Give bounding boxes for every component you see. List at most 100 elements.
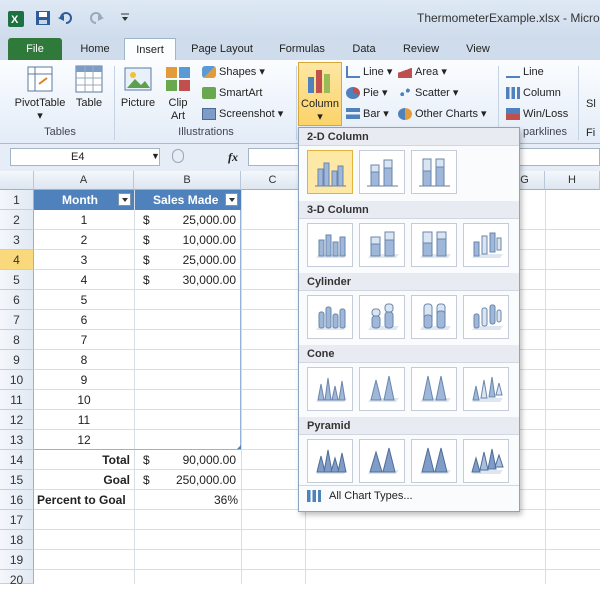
row-header[interactable]: 14 bbox=[0, 450, 34, 470]
sales-cell[interactable]: 25,000.00 bbox=[160, 250, 236, 270]
tab-data[interactable]: Data bbox=[342, 38, 386, 60]
all-chart-types-link[interactable]: All Chart Types... bbox=[307, 490, 413, 503]
100-stacked-cylinder-option[interactable] bbox=[411, 295, 457, 339]
month-cell[interactable]: 11 bbox=[34, 410, 134, 430]
insert-function-icon[interactable]: fx bbox=[228, 150, 238, 165]
sparkline-line-button[interactable]: Line bbox=[506, 63, 544, 81]
percent-to-goal-label[interactable]: Percent to Goal bbox=[37, 490, 126, 510]
tab-formulas[interactable]: Formulas bbox=[270, 38, 334, 60]
slicer-button[interactable]: Sl bbox=[586, 95, 596, 113]
month-cell[interactable]: 10 bbox=[34, 390, 134, 410]
column-header-c[interactable]: C bbox=[241, 171, 305, 190]
redo-icon[interactable] bbox=[90, 11, 104, 27]
row-header[interactable]: 19 bbox=[0, 550, 34, 570]
chevron-down-icon[interactable]: ▼ bbox=[151, 151, 160, 161]
filter-dropdown-icon[interactable] bbox=[225, 193, 238, 206]
3d-pyramid-option[interactable] bbox=[463, 439, 509, 483]
excel-app-icon[interactable]: X bbox=[8, 11, 24, 27]
row-header[interactable]: 12 bbox=[0, 410, 34, 430]
screenshot-button[interactable]: Screenshot ▾ bbox=[202, 105, 283, 123]
line-chart-button[interactable]: Line ▾ bbox=[346, 63, 392, 81]
area-chart-button[interactable]: Area ▾ bbox=[398, 63, 447, 81]
formula-bar-resize-handle[interactable] bbox=[172, 149, 184, 163]
row-header[interactable]: 20 bbox=[0, 570, 34, 587]
column-header-a[interactable]: A bbox=[34, 171, 134, 190]
month-cell[interactable]: 12 bbox=[34, 430, 134, 450]
row-header[interactable]: 5 bbox=[0, 270, 34, 290]
other-charts-button[interactable]: Other Charts ▾ bbox=[398, 105, 487, 123]
table-header-month[interactable]: Month bbox=[34, 190, 134, 210]
pie-chart-button[interactable]: Pie ▾ bbox=[346, 84, 388, 102]
month-cell[interactable]: 1 bbox=[34, 210, 134, 230]
row-header[interactable]: 2 bbox=[0, 210, 34, 230]
tab-insert[interactable]: Insert bbox=[124, 38, 176, 60]
column-chart-button[interactable]: Column ▾ bbox=[298, 62, 342, 126]
month-cell[interactable]: 6 bbox=[34, 310, 134, 330]
sales-cell[interactable]: 30,000.00 bbox=[160, 270, 236, 290]
stacked-pyramid-option[interactable] bbox=[359, 439, 405, 483]
bar-chart-button[interactable]: Bar ▾ bbox=[346, 105, 389, 123]
save-icon[interactable] bbox=[36, 11, 50, 27]
table-header-sales[interactable]: Sales Made bbox=[135, 190, 241, 210]
row-header[interactable]: 15 bbox=[0, 470, 34, 490]
tab-file[interactable]: File bbox=[8, 38, 62, 60]
row-header[interactable]: 3 bbox=[0, 230, 34, 250]
filter-dropdown-icon[interactable] bbox=[118, 193, 131, 206]
table-resize-handle[interactable] bbox=[237, 445, 241, 449]
100-stacked-cone-option[interactable] bbox=[411, 367, 457, 411]
percent-to-goal-value[interactable]: 36% bbox=[160, 490, 238, 510]
select-all-corner[interactable] bbox=[0, 171, 34, 190]
goal-label[interactable]: Goal bbox=[34, 470, 130, 490]
3d-100-stacked-column-option[interactable] bbox=[411, 223, 457, 267]
clustered-column-option[interactable] bbox=[307, 150, 353, 194]
month-cell[interactable]: 4 bbox=[34, 270, 134, 290]
month-cell[interactable]: 7 bbox=[34, 330, 134, 350]
3d-column-option[interactable] bbox=[463, 223, 509, 267]
row-header[interactable]: 13 bbox=[0, 430, 34, 450]
3d-stacked-column-option[interactable] bbox=[359, 223, 405, 267]
name-box[interactable]: E4 ▼ bbox=[10, 148, 160, 166]
3d-clustered-column-option[interactable] bbox=[307, 223, 353, 267]
tab-view[interactable]: View bbox=[456, 38, 500, 60]
sparkline-winloss-button[interactable]: Win/Loss bbox=[506, 105, 568, 123]
row-header-selected[interactable]: 4 bbox=[0, 250, 34, 270]
picture-button[interactable]: Picture bbox=[118, 64, 158, 110]
row-header[interactable]: 11 bbox=[0, 390, 34, 410]
month-cell[interactable]: 5 bbox=[34, 290, 134, 310]
clip-art-button[interactable]: Clip Art bbox=[160, 64, 196, 123]
shapes-button[interactable]: Shapes ▾ bbox=[202, 63, 265, 81]
sales-cell[interactable]: 10,000.00 bbox=[160, 230, 236, 250]
100-stacked-column-option[interactable] bbox=[411, 150, 457, 194]
pivottable-button[interactable]: PivotTable ▾ bbox=[10, 64, 70, 123]
column-header-h[interactable]: H bbox=[545, 171, 600, 190]
goal-value[interactable]: 250,000.00 bbox=[160, 470, 236, 490]
sales-cell[interactable]: 25,000.00 bbox=[160, 210, 236, 230]
clustered-cone-option[interactable] bbox=[307, 367, 353, 411]
clustered-pyramid-option[interactable] bbox=[307, 439, 353, 483]
row-header[interactable]: 6 bbox=[0, 290, 34, 310]
undo-icon[interactable] bbox=[58, 11, 72, 27]
smartart-button[interactable]: SmartArt bbox=[202, 84, 262, 102]
month-cell[interactable]: 8 bbox=[34, 350, 134, 370]
row-header[interactable]: 10 bbox=[0, 370, 34, 390]
tab-review[interactable]: Review bbox=[394, 38, 448, 60]
total-label[interactable]: Total bbox=[34, 450, 130, 470]
stacked-column-option[interactable] bbox=[359, 150, 405, 194]
row-header[interactable]: 16 bbox=[0, 490, 34, 510]
stacked-cylinder-option[interactable] bbox=[359, 295, 405, 339]
row-header[interactable]: 7 bbox=[0, 310, 34, 330]
row-header[interactable]: 8 bbox=[0, 330, 34, 350]
stacked-cone-option[interactable] bbox=[359, 367, 405, 411]
row-header[interactable]: 17 bbox=[0, 510, 34, 530]
tab-page-layout[interactable]: Page Layout bbox=[182, 38, 262, 60]
customize-qat-icon[interactable] bbox=[120, 11, 130, 27]
100-stacked-pyramid-option[interactable] bbox=[411, 439, 457, 483]
row-header[interactable]: 18 bbox=[0, 530, 34, 550]
row-header[interactable]: 9 bbox=[0, 350, 34, 370]
month-cell[interactable]: 2 bbox=[34, 230, 134, 250]
scatter-chart-button[interactable]: Scatter ▾ bbox=[398, 84, 458, 102]
clustered-cylinder-option[interactable] bbox=[307, 295, 353, 339]
sparkline-column-button[interactable]: Column bbox=[506, 84, 561, 102]
3d-cone-option[interactable] bbox=[463, 367, 509, 411]
month-cell[interactable]: 9 bbox=[34, 370, 134, 390]
